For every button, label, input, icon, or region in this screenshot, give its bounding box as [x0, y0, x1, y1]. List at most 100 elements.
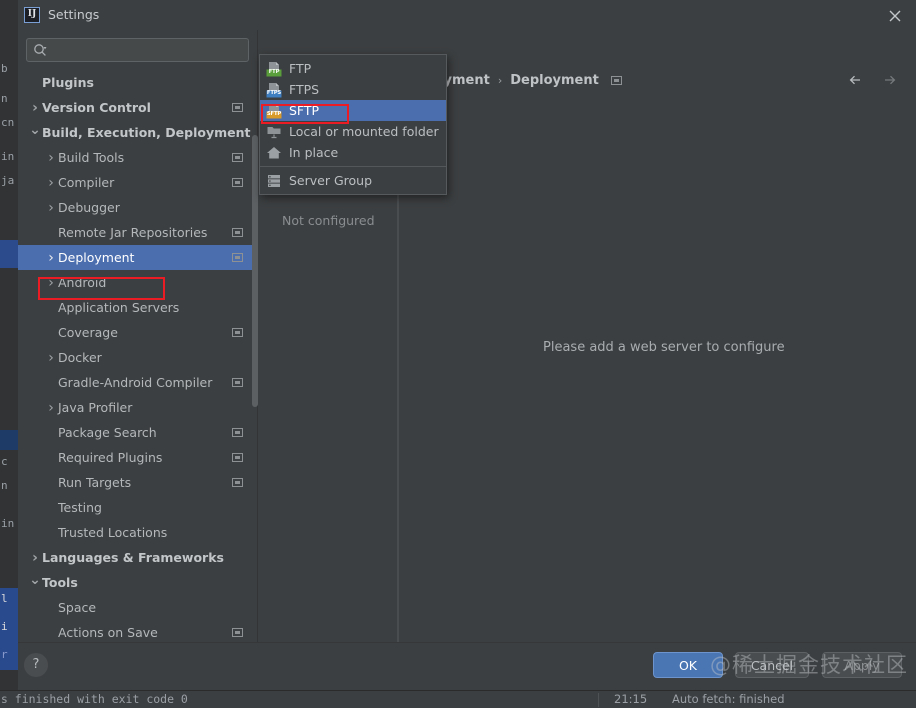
menu-item-in-place[interactable]: In place — [260, 142, 446, 163]
sidebar-item-label: Tools — [42, 575, 78, 590]
sidebar-item-space[interactable]: Space — [18, 595, 257, 620]
cancel-button[interactable]: Cancel — [735, 652, 809, 678]
sidebar-item-actions-on-save[interactable]: Actions on Save — [18, 620, 257, 642]
add-server-type-menu[interactable]: FTP FTP FTPS FTPS SFTP SFTP Local or mounted f… — [259, 54, 447, 195]
sidebar-item-languages-frameworks[interactable]: › Languages & Frameworks — [18, 545, 257, 570]
sidebar-item-label: Gradle-Android Compiler — [58, 375, 213, 390]
server-group-icon — [266, 173, 282, 189]
dialog-title: Settings — [48, 7, 100, 22]
menu-item-local-or-mounted-folder[interactable]: Local or mounted folder — [260, 121, 446, 142]
sidebar-item-label: Package Search — [58, 425, 157, 440]
ide-edge-fragment: ja — [1, 174, 15, 187]
sidebar-item-build-tools[interactable]: › Build Tools — [18, 145, 257, 170]
project-level-settings-icon — [232, 178, 243, 187]
sidebar-item-testing[interactable]: Testing — [18, 495, 257, 520]
ide-status-bar: ss finished with exit code 0 21:15 Auto … — [0, 690, 916, 708]
menu-item-server-group[interactable]: Server Group — [260, 170, 446, 191]
sidebar-item-label: Plugins — [42, 75, 94, 90]
sidebar-item-plugins[interactable]: Plugins — [18, 70, 257, 95]
menu-item-ftp[interactable]: FTP FTP — [260, 58, 446, 79]
search-box[interactable] — [26, 38, 249, 62]
project-level-settings-icon — [232, 428, 243, 437]
ok-button[interactable]: OK — [653, 652, 723, 678]
sidebar-item-version-control[interactable]: › Version Control — [18, 95, 257, 120]
chevron-right-icon[interactable]: › — [28, 551, 42, 565]
menu-item-ftps[interactable]: FTPS FTPS — [260, 79, 446, 100]
tree-scrollbar[interactable] — [252, 135, 258, 407]
sidebar-item-label: Coverage — [58, 325, 118, 340]
sidebar-item-label: Run Targets — [58, 475, 132, 490]
chevron-right-icon[interactable]: › — [44, 251, 58, 265]
sidebar-item-compiler[interactable]: › Compiler — [18, 170, 257, 195]
dialog-title-bar: IJ Settings — [18, 0, 916, 30]
sidebar-item-build-execution-deployment[interactable]: ⌄ Build, Execution, Deployment — [18, 120, 257, 145]
sidebar-item-deployment[interactable]: › Deployment — [18, 245, 257, 270]
in-place-home-icon — [266, 145, 282, 161]
ftp-server-icon: FTP — [266, 61, 282, 77]
chevron-right-icon[interactable]: › — [44, 401, 58, 415]
ide-edge-selection — [0, 430, 18, 450]
sidebar-item-required-plugins[interactable]: Required Plugins — [18, 445, 257, 470]
search-container — [18, 30, 257, 62]
menu-item-label: SFTP — [289, 103, 320, 118]
project-level-settings-icon — [232, 628, 243, 637]
dialog-footer: ? OK Cancel Apply @稀土掘金技术社区 — [18, 642, 916, 690]
project-level-settings-icon — [232, 453, 243, 462]
help-button[interactable]: ? — [24, 653, 48, 677]
menu-item-label: FTPS — [289, 82, 320, 97]
chevron-right-icon[interactable]: › — [44, 351, 58, 365]
sidebar-item-label: Compiler — [58, 175, 115, 190]
local-folder-icon — [266, 124, 282, 140]
close-icon[interactable] — [884, 5, 906, 27]
chevron-down-icon[interactable]: ⌄ — [28, 123, 42, 137]
sidebar-item-debugger[interactable]: › Debugger — [18, 195, 257, 220]
sidebar-item-trusted-locations[interactable]: Trusted Locations — [18, 520, 257, 545]
ide-left-edge-strip: b n cn in ja c n in l i r — [0, 0, 18, 690]
intellij-idea-icon: IJ — [24, 7, 40, 23]
ide-edge-fragment: in — [1, 517, 15, 530]
project-level-settings-icon — [232, 103, 243, 112]
sidebar-item-package-search[interactable]: Package Search — [18, 420, 257, 445]
sidebar-item-gradle-android-compiler[interactable]: Gradle-Android Compiler — [18, 370, 257, 395]
sidebar-item-label: Debugger — [58, 200, 120, 215]
menu-item-sftp[interactable]: SFTP SFTP — [260, 100, 446, 121]
apply-button[interactable]: Apply — [822, 652, 902, 678]
sidebar-item-tools[interactable]: ⌄ Tools — [18, 570, 257, 595]
ide-status-divider — [598, 693, 599, 707]
ide-edge-fragment: cn — [1, 116, 15, 129]
sidebar-item-application-servers[interactable]: Application Servers — [18, 295, 257, 320]
chevron-right-icon[interactable]: › — [44, 151, 58, 165]
back-arrow-icon[interactable] — [848, 72, 866, 88]
ide-edge-fragment: n — [1, 479, 8, 492]
chevron-right-icon[interactable]: › — [44, 176, 58, 190]
sidebar-item-coverage[interactable]: Coverage — [18, 320, 257, 345]
sidebar-item-remote-jar-repositories[interactable]: Remote Jar Repositories — [18, 220, 257, 245]
not-configured-label: Not configured — [282, 213, 375, 228]
chevron-right-icon[interactable]: › — [44, 276, 58, 290]
menu-item-label: FTP — [289, 61, 312, 76]
sidebar-item-docker[interactable]: › Docker — [18, 345, 257, 370]
chevron-right-icon[interactable]: › — [44, 201, 58, 215]
settings-tree[interactable]: Plugins › Version Control ⌄ Build, Execution… — [18, 70, 257, 642]
chevron-right-icon[interactable]: › — [28, 101, 42, 115]
ide-edge-fragment: in — [1, 150, 15, 163]
project-settings-icon — [610, 76, 622, 85]
project-level-settings-icon — [232, 153, 243, 162]
menu-separator — [260, 166, 446, 167]
chevron-down-icon[interactable]: ⌄ — [28, 573, 42, 587]
sidebar-item-label: Actions on Save — [58, 625, 158, 640]
sidebar-item-java-profiler[interactable]: › Java Profiler — [18, 395, 257, 420]
sidebar-item-run-targets[interactable]: Run Targets — [18, 470, 257, 495]
sidebar-item-android[interactable]: › Android — [18, 270, 257, 295]
project-level-settings-icon — [232, 253, 243, 262]
ide-edge-fragment: r — [1, 648, 8, 661]
search-input[interactable] — [53, 41, 244, 59]
server-list[interactable] — [258, 120, 398, 642]
sidebar-item-label: Application Servers — [58, 300, 180, 315]
ide-edge-fragment: l — [1, 592, 8, 605]
